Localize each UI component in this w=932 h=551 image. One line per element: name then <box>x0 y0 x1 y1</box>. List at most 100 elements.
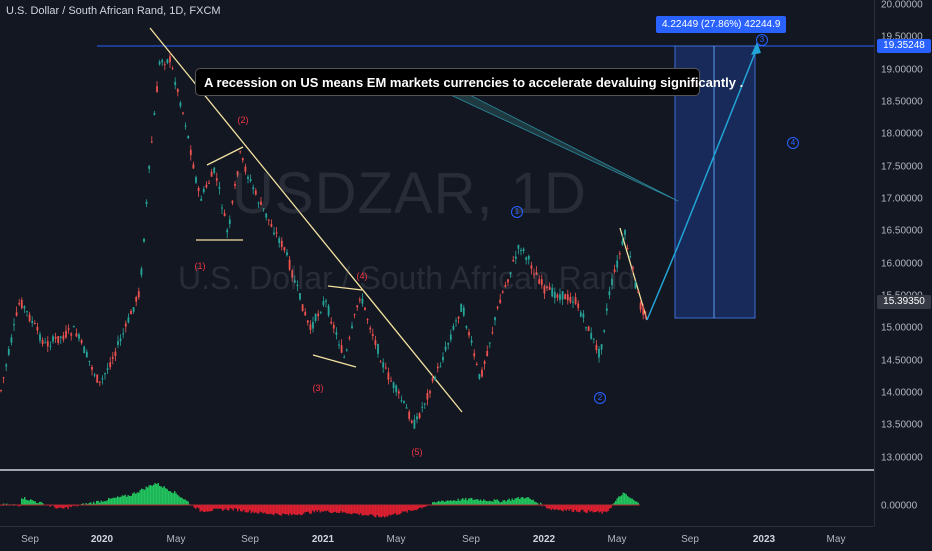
candle-body <box>414 420 416 429</box>
candle-body <box>583 314 585 318</box>
oscillator-bar <box>123 496 124 505</box>
time-label: May <box>387 534 406 545</box>
oscillator-bar <box>594 505 595 512</box>
measure-label[interactable]: 4.22449 (27.86%) 42244.9 <box>656 16 786 33</box>
candle-body <box>138 291 140 297</box>
candle-body <box>50 346 52 347</box>
oscillator-bar <box>311 505 312 514</box>
candle-body <box>497 307 499 308</box>
oscillator-bar <box>179 496 180 505</box>
oscillator-bar <box>212 505 213 511</box>
time-axis[interactable]: Sep 2020 May Sep 2021 May Sep 2022 May S… <box>0 526 874 551</box>
oscillator-bar <box>561 505 562 511</box>
oscillator-bar <box>548 505 549 509</box>
oscillator-bar <box>515 498 516 505</box>
oscillator-bar <box>275 505 276 513</box>
candle-body <box>190 150 192 155</box>
oscillator-bar <box>188 502 189 505</box>
oscillator-bar <box>413 505 414 511</box>
oscillator-bar <box>216 505 217 508</box>
oscillator-bar <box>159 486 160 505</box>
oscillator-bar <box>266 505 267 514</box>
oscillator-bar <box>276 505 277 513</box>
oscillator-bar <box>462 498 463 505</box>
candle-body <box>177 89 179 92</box>
candle-body <box>468 332 470 335</box>
candle-body <box>406 407 408 408</box>
candle-body <box>109 362 111 367</box>
candle-body <box>645 317 647 318</box>
candle-body <box>598 349 600 358</box>
candle-body <box>460 304 462 312</box>
oscillator-bar <box>377 505 378 515</box>
oscillator-bar <box>108 498 109 505</box>
oscillator-bar <box>297 505 298 515</box>
oscillator-bar <box>581 505 582 510</box>
candle-body <box>528 256 530 259</box>
candle-body <box>601 344 603 349</box>
oscillator-bar <box>410 505 411 511</box>
oscillator-bar <box>165 488 166 505</box>
wave-label-blue: 3 <box>756 34 768 46</box>
oscillator-bar <box>312 505 313 511</box>
oscillator-bar <box>357 505 358 514</box>
oscillator-bar <box>293 505 294 514</box>
oscillator-bar <box>296 505 297 515</box>
candle-body <box>432 378 434 381</box>
time-label: 2021 <box>312 534 334 545</box>
candle-body <box>89 361 91 362</box>
oscillator-bar <box>213 505 214 509</box>
oscillator-bar <box>96 501 97 505</box>
oscillator-bar <box>504 500 505 505</box>
oscillator-bar <box>572 505 573 512</box>
oscillator-bar <box>335 505 336 512</box>
oscillator-bar <box>336 505 337 513</box>
oscillator-bar <box>116 498 117 505</box>
candle-body <box>380 362 382 363</box>
oscillator-bar <box>168 491 169 505</box>
candle-body <box>278 238 280 243</box>
oscillator-bar <box>252 505 253 512</box>
oscillator-bar <box>282 505 283 513</box>
oscillator-bar <box>380 505 381 517</box>
oscillator-bar <box>149 485 150 505</box>
time-label: 2023 <box>753 534 775 545</box>
oscillator-bar <box>401 505 402 513</box>
oscillator-bar <box>239 505 240 509</box>
price-axis[interactable]: 20.00000 19.50000 19.00000 18.50000 18.0… <box>874 0 932 526</box>
candle-body <box>29 315 31 321</box>
annotation-callout[interactable]: A recession on US means EM markets curre… <box>195 68 700 96</box>
oscillator-bar <box>242 505 243 512</box>
oscillator-bar <box>399 505 400 514</box>
oscillator-bar <box>527 497 528 505</box>
oscillator-bar <box>155 483 156 505</box>
candle-body <box>239 151 241 152</box>
oscillator-bar <box>383 505 384 516</box>
candle-body <box>401 400 403 401</box>
candle-body <box>107 368 109 370</box>
oscillator-bar <box>267 505 268 514</box>
oscillator-bar <box>107 500 108 505</box>
oscillator-bar <box>264 505 265 513</box>
oscillator-bar <box>549 505 550 509</box>
oscillator-bar <box>302 505 303 515</box>
oscillator-bar <box>368 505 369 516</box>
oscillator-bar <box>630 498 631 505</box>
candle-body <box>141 269 143 276</box>
candle-body <box>343 357 345 358</box>
oscillator-bar <box>360 505 361 513</box>
oscillator-bar <box>471 498 472 505</box>
oscillator-bar <box>558 505 559 510</box>
oscillator-bar <box>299 505 300 514</box>
oscillator-bar <box>327 505 328 510</box>
oscillator-bar <box>465 498 466 505</box>
oscillator-bar <box>62 505 63 508</box>
price-label: 13.00000 <box>881 453 923 464</box>
candle-body <box>481 370 483 377</box>
candle-body <box>590 333 592 339</box>
chart-area[interactable]: U.S. Dollar / South African Rand, 1D, FX… <box>0 0 874 526</box>
candle-body <box>624 230 626 235</box>
oscillator-bar <box>131 496 132 505</box>
candle-body <box>572 302 574 303</box>
candle-body <box>198 188 200 191</box>
